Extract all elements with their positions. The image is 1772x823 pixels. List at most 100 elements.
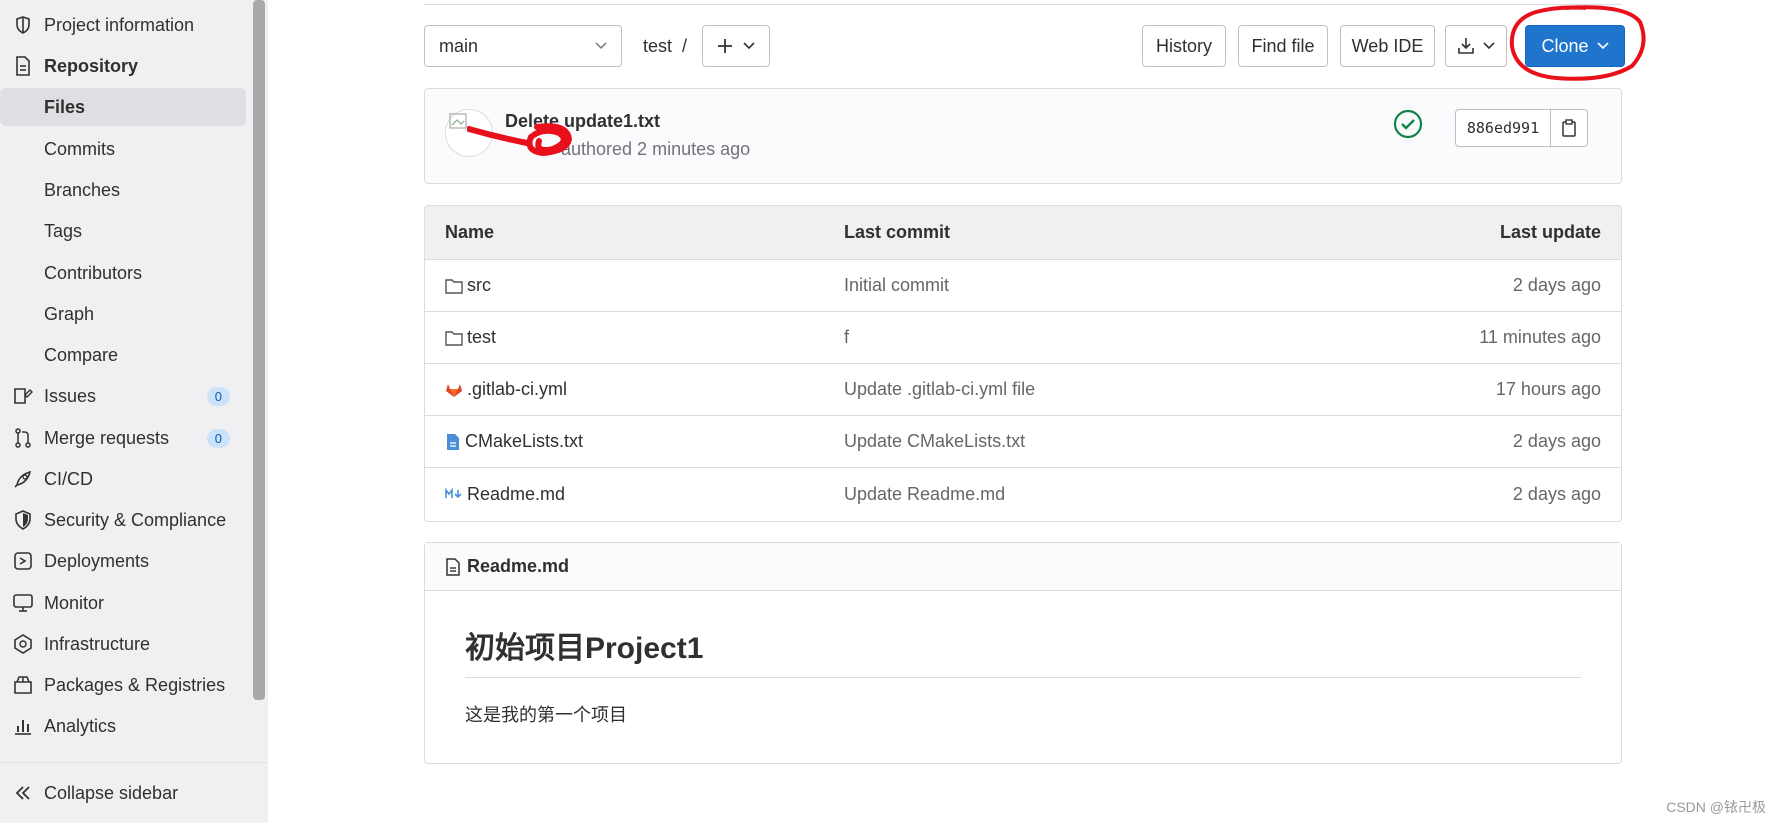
sidebar-item-label: Merge requests	[44, 427, 170, 448]
sidebar-item-packages-registries[interactable]: Packages & Registries	[0, 666, 246, 704]
sidebar-item-graph[interactable]: Graph	[0, 295, 246, 333]
sidebar-item-label: Tags	[44, 220, 83, 241]
readme-body: 这是我的第一个项目	[465, 705, 627, 725]
sidebar-item-label: Branches	[44, 179, 121, 200]
sidebar-item-contributors[interactable]: Contributors	[0, 254, 246, 292]
sidebar-item-label: Security & Compliance	[44, 509, 227, 530]
file-tree-table: Name Last commit Last update src Initial…	[424, 205, 1622, 522]
sidebar-item-files[interactable]: Files	[0, 88, 246, 126]
sidebar-item-commits[interactable]: Commits	[0, 130, 246, 168]
table-row[interactable]: src Initial commit 2 days ago	[425, 260, 1621, 312]
column-last-commit: Last commit	[844, 222, 951, 242]
file-name-link[interactable]: .gitlab-ci.yml	[467, 379, 567, 400]
sidebar-item-repository[interactable]: Repository	[0, 47, 246, 85]
sidebar-item-branches[interactable]: Branches	[0, 171, 246, 209]
commit-sha[interactable]: 886ed991	[1455, 109, 1551, 147]
readme-heading: 初始项目Project1	[465, 623, 1581, 678]
divider	[424, 4, 1622, 5]
chevron-down-icon	[595, 42, 607, 50]
table-row[interactable]: .gitlab-ci.yml Update .gitlab-ci.yml fil…	[425, 364, 1621, 416]
sidebar-item-label: Issues	[44, 385, 97, 406]
sidebar-item-monitor[interactable]: Monitor	[0, 584, 246, 622]
download-icon	[1457, 37, 1475, 55]
download-dropdown-button[interactable]	[1445, 25, 1507, 67]
commit-message-link[interactable]: Update CMakeLists.txt	[844, 431, 1025, 452]
table-row[interactable]: test f 11 minutes ago	[425, 312, 1621, 364]
last-update-time: 2 days ago	[1512, 431, 1601, 451]
sidebar-item-tags[interactable]: Tags	[0, 212, 246, 250]
file-name-link[interactable]: src	[467, 275, 491, 296]
sidebar-item-label: Infrastructure	[44, 633, 151, 654]
breadcrumb-path[interactable]: test	[643, 36, 672, 57]
last-update-time: 17 hours ago	[1495, 379, 1601, 399]
sidebar-item-label: Deployments	[44, 550, 150, 571]
sidebar-item-label: Compare	[44, 344, 119, 365]
chevron-down-icon	[1483, 42, 1495, 50]
commit-message-link[interactable]: Update Readme.md	[844, 484, 1005, 505]
table-row[interactable]: Readme.md Update Readme.md 2 days ago	[425, 468, 1621, 520]
gitlab-icon	[445, 382, 463, 398]
sidebar-item-label: Contributors	[44, 262, 143, 283]
sidebar-item-infrastructure[interactable]: Infrastructure	[0, 625, 246, 663]
branch-select-value: main	[439, 35, 479, 56]
readme-panel: Readme.md 初始项目Project1 这是我的第一个项目	[424, 542, 1622, 764]
history-button[interactable]: History	[1142, 25, 1226, 67]
watermark: CSDN @铱卍极	[1666, 799, 1766, 815]
folder-icon	[445, 278, 463, 294]
sidebar-item-project-information[interactable]: Project information	[0, 6, 246, 44]
sidebar-item-compare[interactable]: Compare	[0, 336, 246, 374]
last-commit-panel: Delete update1.txt authored 2 minutes ag…	[424, 88, 1622, 184]
sidebar: Project information Repository Files Com…	[0, 0, 268, 823]
sidebar-item-label: Monitor	[44, 592, 105, 613]
folder-icon	[445, 330, 463, 346]
branch-select[interactable]: main	[424, 25, 622, 67]
document-icon	[12, 55, 34, 77]
copy-sha-button[interactable]	[1550, 109, 1588, 147]
sidebar-item-security-compliance[interactable]: Security & Compliance	[0, 501, 246, 539]
sidebar-item-ci-cd[interactable]: CI/CD	[0, 460, 246, 498]
sidebar-item-issues[interactable]: Issues 0	[0, 377, 246, 415]
find-file-button[interactable]: Find file	[1238, 25, 1328, 67]
sidebar-item-label: Project information	[44, 14, 195, 35]
analytics-icon	[12, 715, 34, 737]
table-header: Name Last commit Last update	[425, 206, 1621, 260]
shield-icon	[12, 509, 34, 531]
table-row[interactable]: CMakeLists.txt Update CMakeLists.txt 2 d…	[425, 416, 1621, 468]
monitor-icon	[12, 592, 34, 614]
merge-requests-count-badge: 0	[206, 428, 230, 448]
file-icon	[445, 433, 461, 451]
file-name-link[interactable]: test	[467, 327, 496, 348]
double-chevron-left-icon	[14, 784, 32, 802]
clipboard-icon	[1561, 119, 1577, 137]
sidebar-item-label: Commits	[44, 138, 115, 159]
commit-message-link[interactable]: Initial commit	[844, 275, 949, 296]
info-icon	[12, 14, 34, 36]
file-name-link[interactable]: Readme.md	[467, 484, 565, 505]
commit-message-link[interactable]: Update .gitlab-ci.yml file	[844, 379, 1035, 400]
rocket-icon	[12, 468, 34, 490]
sidebar-item-label: Analytics	[44, 715, 117, 736]
sidebar-scrollbar[interactable]	[253, 0, 265, 700]
commit-meta: authored 2 minutes ago	[561, 139, 751, 159]
pipeline-passed-icon[interactable]	[1393, 109, 1423, 139]
sidebar-item-merge-requests[interactable]: Merge requests 0	[0, 419, 246, 457]
add-dropdown-button[interactable]	[702, 25, 770, 67]
readme-filename[interactable]: Readme.md	[467, 556, 569, 577]
issues-count-badge: 0	[206, 386, 230, 406]
collapse-sidebar-button[interactable]: Collapse sidebar	[0, 762, 268, 823]
deployments-icon	[12, 550, 34, 572]
broken-image-icon	[449, 113, 467, 129]
breadcrumb-separator: /	[682, 36, 688, 56]
sidebar-item-deployments[interactable]: Deployments	[0, 542, 246, 580]
commit-message-link[interactable]: f	[844, 327, 849, 348]
main-content: main test / History Find file Web IDE Cl…	[268, 0, 1772, 823]
file-name-link[interactable]: CMakeLists.txt	[465, 431, 583, 452]
document-icon	[445, 557, 461, 576]
sidebar-item-analytics[interactable]: Analytics	[0, 707, 246, 745]
column-name: Name	[445, 222, 495, 242]
merge-icon	[12, 427, 34, 449]
markdown-icon	[445, 488, 463, 500]
chevron-down-icon	[743, 42, 755, 50]
package-icon	[12, 674, 34, 696]
web-ide-button[interactable]: Web IDE	[1340, 25, 1435, 67]
